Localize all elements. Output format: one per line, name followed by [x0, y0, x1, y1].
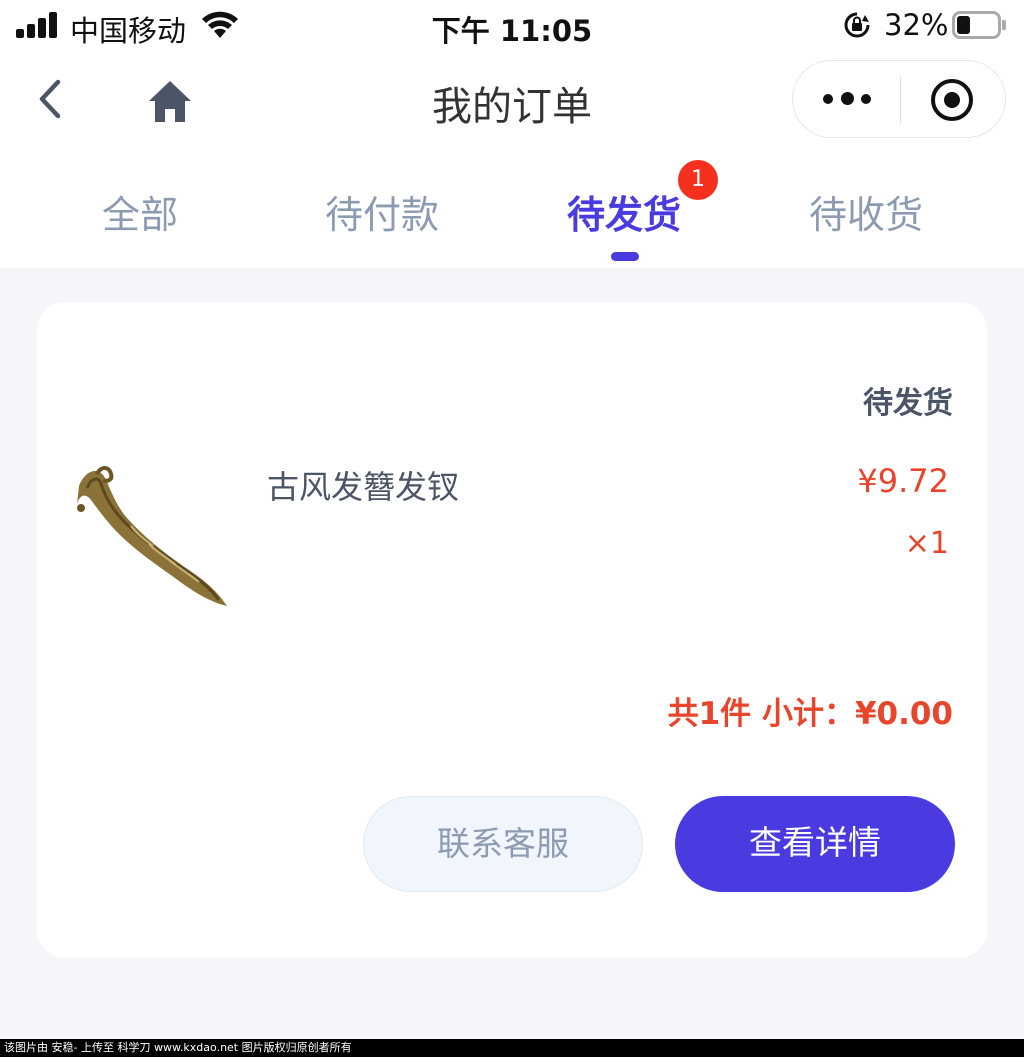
product-quantity: ×1	[904, 526, 949, 561]
product-image[interactable]	[71, 460, 241, 612]
watermark-text: 该图片由 安稳- 上传至 科学刀 www.kxdao.net 图片版权归原创者所…	[0, 1039, 1024, 1057]
product-price: ¥9.72	[857, 462, 949, 500]
active-tab-indicator	[611, 252, 639, 261]
battery-percent: 32%	[884, 8, 949, 42]
target-close-icon[interactable]	[929, 77, 975, 123]
tab-pending-receipt[interactable]: 待收货	[766, 184, 966, 239]
tab-all[interactable]: 全部	[40, 184, 240, 239]
status-bar: 中国移动 下午 11:05 32%	[0, 0, 1024, 52]
more-dots-icon[interactable]	[823, 79, 875, 119]
nav-bar: 我的订单	[0, 52, 1024, 148]
order-tabs: 全部 待付款 待发货 待收货	[0, 148, 1024, 268]
capsule-divider	[900, 77, 901, 123]
view-details-button[interactable]: 查看详情	[675, 796, 955, 892]
order-subtotal: 共1件 小计：¥0.00	[667, 696, 953, 732]
tab-count-badge: 1	[678, 160, 718, 200]
tab-pending-payment[interactable]: 待付款	[282, 184, 482, 239]
order-status: 待发货	[863, 386, 953, 421]
product-name[interactable]: 古风发簪发钗	[267, 462, 459, 508]
battery-icon	[952, 11, 1006, 39]
mini-program-capsule	[792, 60, 1006, 138]
order-card: 待发货 古风发簪发钗 ¥9.72 ×1 共1件 小计：¥0.00 联系客服 查看…	[37, 302, 987, 958]
contact-service-button[interactable]: 联系客服	[363, 796, 643, 892]
orientation-lock-icon	[844, 12, 870, 38]
